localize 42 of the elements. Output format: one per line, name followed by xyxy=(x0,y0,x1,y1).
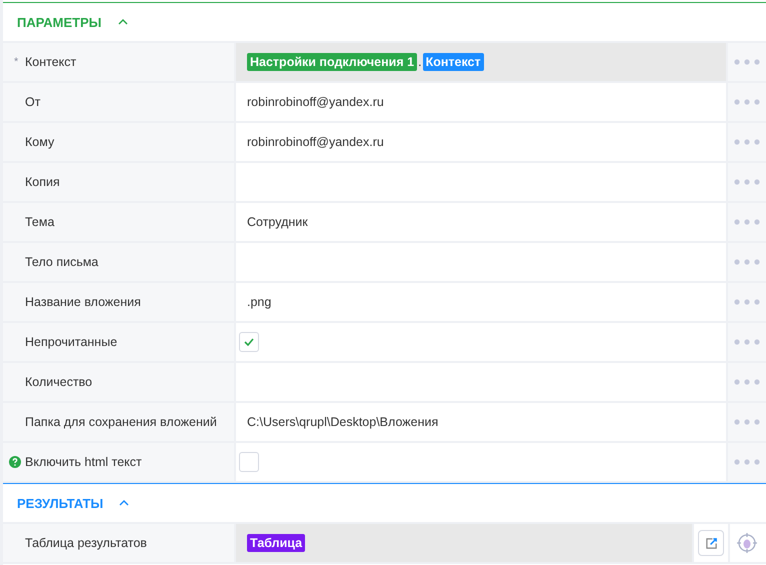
more-icon[interactable] xyxy=(734,419,760,425)
chevron-icon[interactable] xyxy=(118,19,128,25)
field-label: Тема xyxy=(25,215,54,229)
bug-target-icon[interactable] xyxy=(736,532,758,554)
separator-text: . xyxy=(417,55,423,69)
variable-tag[interactable]: Таблица xyxy=(247,534,306,552)
field-label: Контекст xyxy=(25,55,76,69)
section-title: РЕЗУЛЬТАТЫ xyxy=(17,496,104,510)
export-button[interactable] xyxy=(698,530,724,556)
more-icon[interactable] xyxy=(734,99,760,105)
field-label: Таблица результатов xyxy=(25,536,147,550)
field-value[interactable]: robinrobinoff@yandex.ru xyxy=(247,135,384,149)
more-icon[interactable] xyxy=(734,379,760,385)
field-label: Включить html текст xyxy=(25,455,142,469)
more-icon[interactable] xyxy=(734,219,760,225)
field-label: Название вложения xyxy=(25,295,141,309)
more-icon[interactable] xyxy=(734,139,760,145)
field-label: Папка для сохранения вложений xyxy=(25,415,217,429)
field-value[interactable]: Сотрудник xyxy=(247,215,308,229)
checkbox[interactable] xyxy=(239,452,259,472)
field-label: От xyxy=(25,95,40,109)
more-icon[interactable] xyxy=(734,299,760,305)
required-mark: * xyxy=(14,56,18,68)
field-value[interactable]: C:\Users\qrupl\Desktop\Вложения xyxy=(247,415,438,429)
field-label: Непрочитанные xyxy=(25,335,118,349)
checkbox[interactable] xyxy=(239,332,259,352)
more-icon[interactable] xyxy=(734,179,760,185)
more-icon[interactable] xyxy=(734,459,760,465)
more-icon[interactable] xyxy=(734,259,760,265)
more-icon[interactable] xyxy=(734,59,760,65)
field-value[interactable]: .png xyxy=(247,295,272,309)
more-icon[interactable] xyxy=(734,339,760,345)
export-icon xyxy=(704,536,718,550)
field-label: Копия xyxy=(25,175,60,189)
field-label: Количество xyxy=(25,375,92,389)
field-value[interactable]: robinrobinoff@yandex.ru xyxy=(247,95,384,109)
check-icon xyxy=(244,338,254,346)
help-icon[interactable] xyxy=(9,456,21,468)
field-label: Тело письма xyxy=(25,255,98,269)
field-label: Кому xyxy=(25,135,54,149)
section-title: ПАРАМЕТРЫ xyxy=(17,14,102,30)
chevron-icon[interactable] xyxy=(119,500,130,506)
